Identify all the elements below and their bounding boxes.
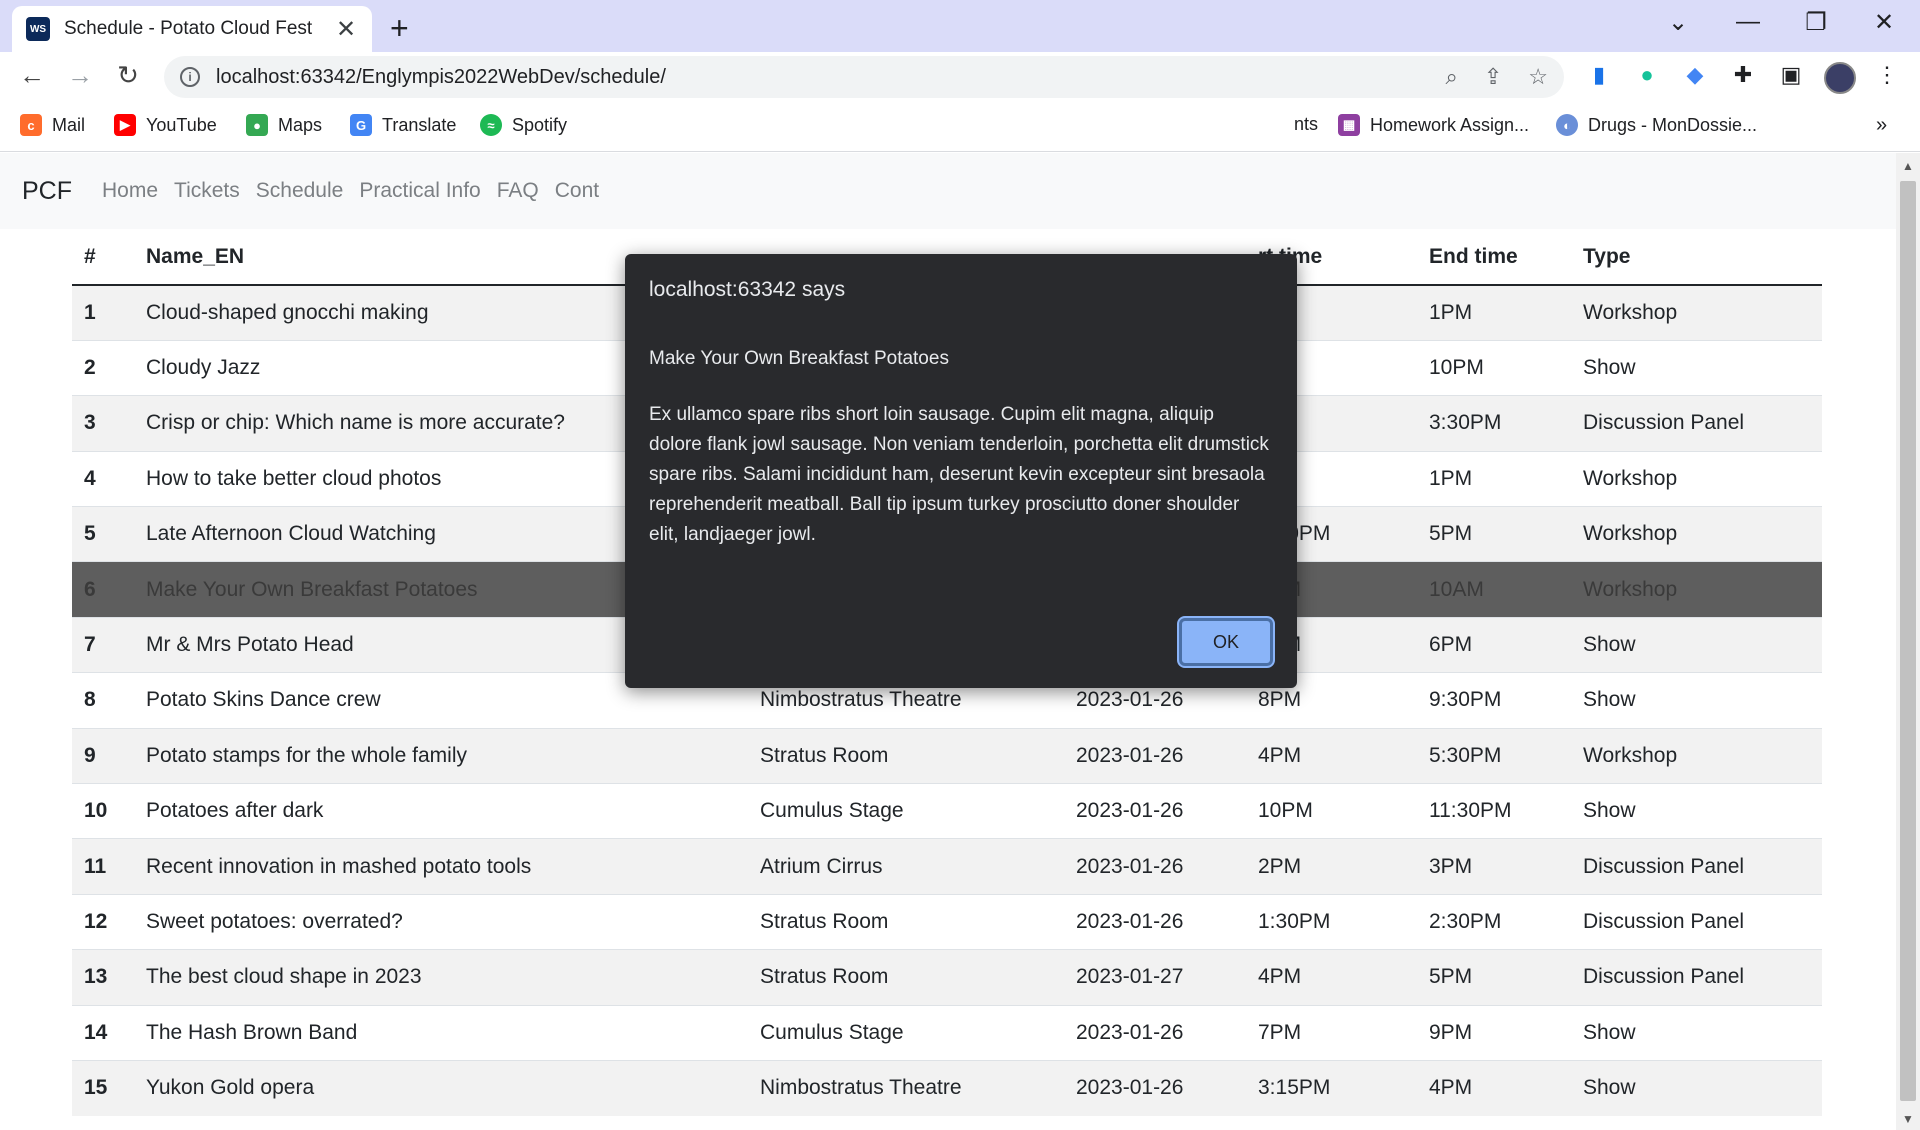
tab-search-chevron-icon[interactable]: ⌄ [1658,8,1698,37]
cpanel-icon: c [20,114,42,136]
extension-badge-icon[interactable]: ◆ [1680,62,1710,88]
dialog-message: Ex ullamco spare ribs short loin sausage… [649,404,1269,545]
tab-close-icon[interactable]: ✕ [334,15,358,44]
webstorm-favicon-icon: WS [26,17,50,41]
tab-title: Schedule - Potato Cloud Fest [64,18,313,39]
minimize-icon[interactable]: — [1728,8,1768,36]
window-close-icon[interactable]: ✕ [1864,8,1904,37]
browser-toolbar: ← → ↻ i localhost:63342/Englympis2022Web… [0,52,1920,102]
bookmark-youtube[interactable]: ▶ YouTube [114,114,217,136]
url-text[interactable]: localhost:63342/Englympis2022WebDev/sche… [216,66,1420,89]
spotify-icon: ≈ [480,114,502,136]
trello-icon: ▦ [1338,114,1360,136]
extension-bars-icon[interactable]: ▮ [1584,62,1614,88]
forward-icon[interactable]: → [62,60,98,91]
side-panel-icon[interactable]: ▣ [1776,62,1806,88]
menu-kebab-icon[interactable]: ⋮ [1872,62,1902,88]
alert-dialog: localhost:63342 says Make Your Own Break… [625,254,1297,688]
bookmark-translate[interactable]: G Translate [350,114,456,136]
extensions-puzzle-icon[interactable]: ✚ [1728,62,1758,88]
site-icon: ◐ [1556,114,1578,136]
grammarly-icon[interactable]: ● [1632,62,1662,88]
bookmark-mail[interactable]: c Mail [20,114,85,136]
profile-avatar[interactable] [1824,62,1856,94]
bookmark-maps[interactable]: ● Maps [246,114,322,136]
maps-icon: ● [246,114,268,136]
bookmark-partial[interactable]: nts [1294,114,1318,135]
browser-tab[interactable]: WS Schedule - Potato Cloud Fest ✕ [12,6,372,52]
share-icon[interactable]: ⇪ [1484,64,1502,90]
ok-button[interactable]: OK [1179,618,1273,666]
bookmark-homework[interactable]: ▦ Homework Assign... [1338,114,1529,136]
translate-icon: G [350,114,372,136]
tab-strip: WS Schedule - Potato Cloud Fest ✕ + ⌄ — … [0,0,1920,52]
zoom-icon[interactable]: ⌕ [1446,64,1458,90]
youtube-icon: ▶ [114,114,136,136]
dialog-title: localhost:63342 says [649,278,846,301]
reload-icon[interactable]: ↻ [110,60,146,91]
bookmark-drugs[interactable]: ◐ Drugs - MonDossie... [1556,114,1757,136]
restore-icon[interactable]: ❐ [1796,8,1836,37]
new-tab-icon[interactable]: + [390,10,409,47]
bookmark-star-icon[interactable]: ☆ [1528,64,1548,90]
dialog-overlay: localhost:63342 says Make Your Own Break… [0,153,1920,1130]
dialog-heading: Make Your Own Breakfast Potatoes [649,348,949,369]
back-icon[interactable]: ← [14,60,50,91]
site-info-icon[interactable]: i [180,67,200,87]
address-bar[interactable]: i localhost:63342/Englympis2022WebDev/sc… [164,56,1564,98]
bookmark-spotify[interactable]: ≈ Spotify [480,114,567,136]
bookmarks-bar: c Mail ▶ YouTube ● Maps G Translate ≈ Spotify… [0,102,1920,152]
bookmarks-overflow-icon[interactable]: » [1876,114,1887,137]
